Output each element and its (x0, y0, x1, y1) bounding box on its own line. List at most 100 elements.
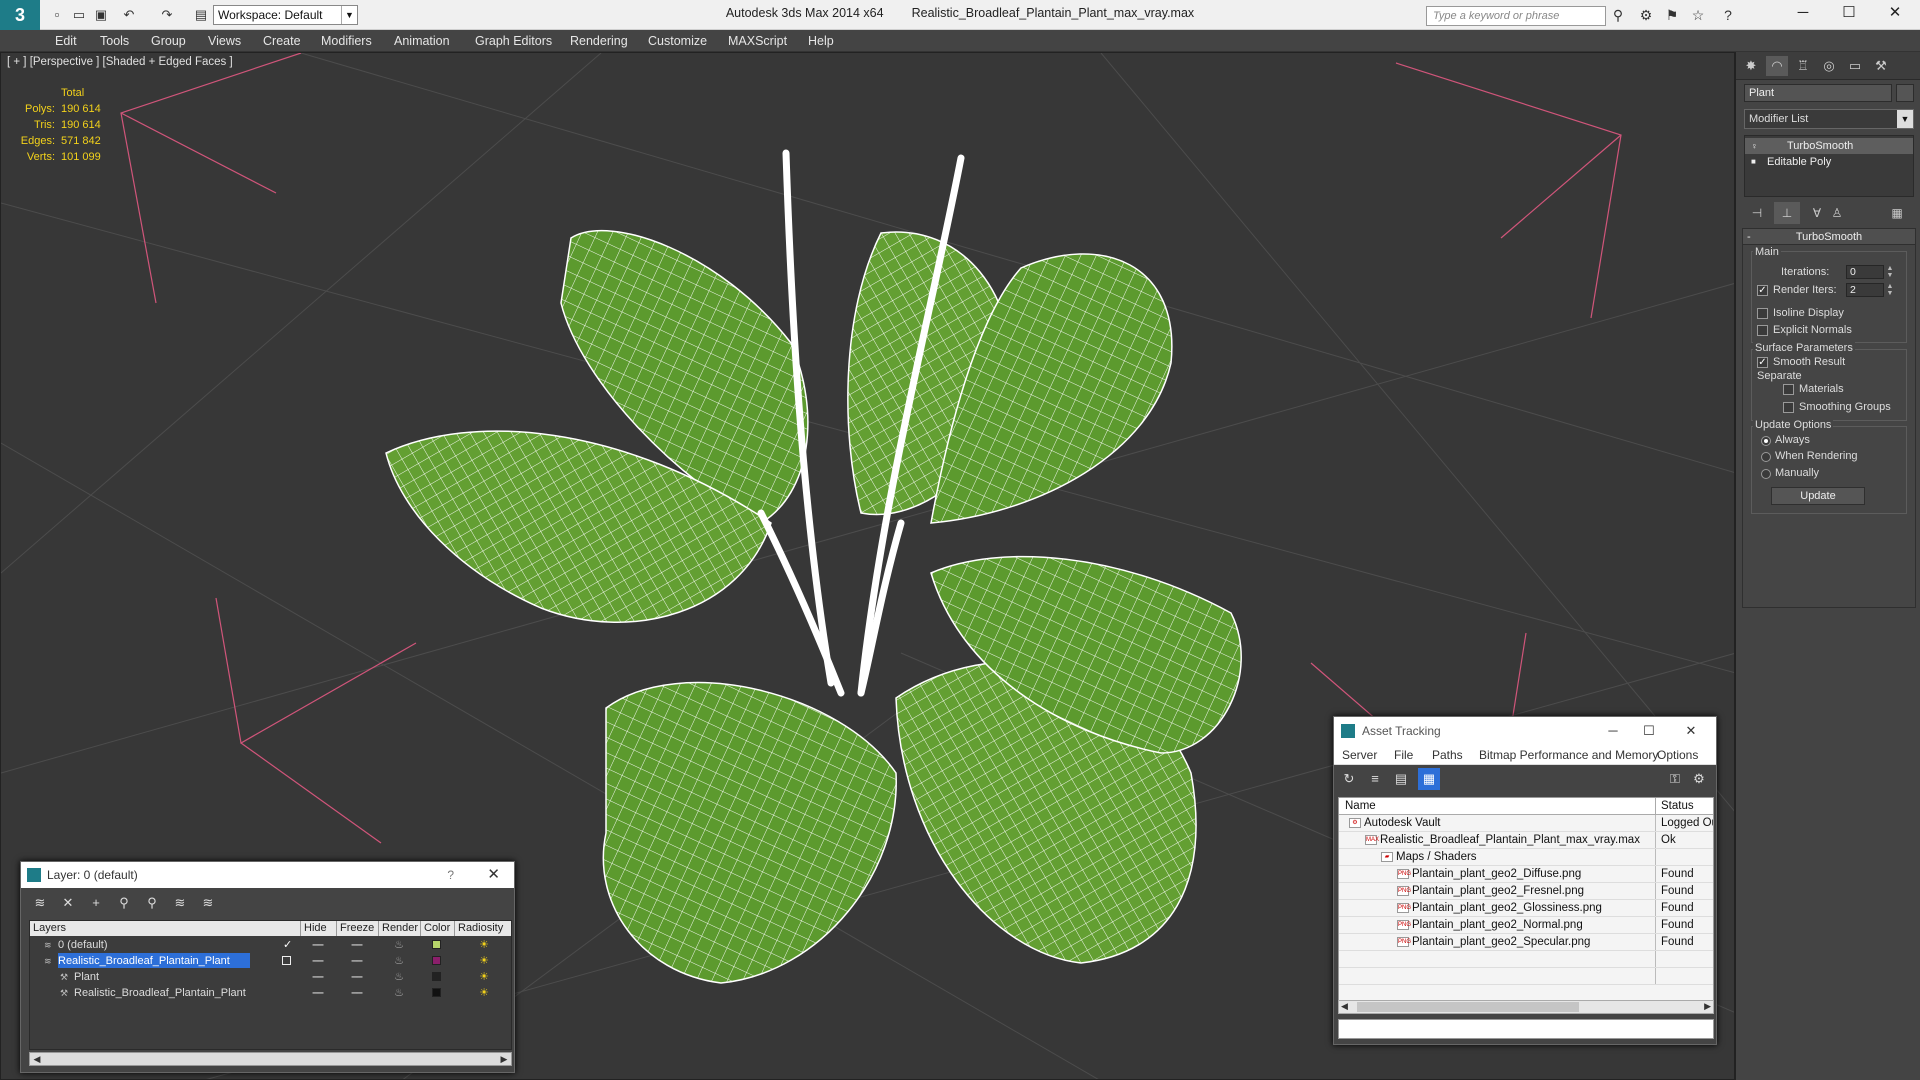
help-icon[interactable]: ? (447, 862, 454, 888)
asset-menu-server[interactable]: Server (1342, 745, 1377, 765)
layer-color-swatch[interactable] (432, 972, 441, 981)
freeze-toggle[interactable]: ━━ (336, 985, 378, 1001)
stack-item-turbosmooth[interactable]: ♀ TurboSmooth (1745, 138, 1913, 154)
layer-name[interactable]: Realistic_Broadleaf_Plantain_Plant (58, 953, 250, 968)
asset-window-titlebar[interactable]: Asset Tracking ─ ☐ ✕ (1334, 717, 1716, 745)
render-teapot-icon[interactable]: ♨ (378, 953, 420, 969)
freeze-toggle[interactable]: ━━ (336, 953, 378, 969)
radiosity-icon[interactable]: ☀ (464, 937, 504, 953)
maximize-icon[interactable]: ☐ (1634, 717, 1664, 745)
freeze-toggle[interactable]: ━━ (336, 969, 378, 985)
menu-modifiers[interactable]: Modifiers (321, 30, 372, 52)
redo-icon[interactable]: ↷ (158, 6, 176, 24)
asset-menu-paths[interactable]: Paths (1432, 745, 1463, 765)
hierarchy-tab-icon[interactable]: ♖ (1792, 56, 1814, 76)
asset-path-field[interactable] (1338, 1019, 1714, 1039)
utilities-tab-icon[interactable]: ⚒ (1870, 56, 1892, 76)
asset-row[interactable]: PNGPlantain_plant_geo2_Diffuse.png Found (1339, 866, 1713, 883)
motion-tab-icon[interactable]: ◎ (1818, 56, 1840, 76)
menu-create[interactable]: Create (263, 30, 301, 52)
workspace-dropdown[interactable]: Workspace: Default ▼ (213, 5, 358, 25)
asset-menu-bitmap[interactable]: Bitmap Performance and Memory (1479, 745, 1658, 765)
show-end-result-icon[interactable]: ⊥ (1774, 202, 1800, 224)
asset-menu-file[interactable]: File (1394, 745, 1413, 765)
menu-tools[interactable]: Tools (100, 30, 129, 52)
table-view-icon[interactable]: ▦ (1418, 768, 1440, 790)
asset-row[interactable]: PNGPlantain_plant_geo2_Specular.png Found (1339, 934, 1713, 951)
hide-toggle[interactable]: ━━ (300, 985, 336, 1001)
expand-icon[interactable]: ■ (1751, 154, 1756, 170)
hide-all-icon[interactable]: ≋ (169, 892, 191, 914)
layer-row[interactable]: ≋ 0 (default) ✓ ━━ ━━ ♨ ☀ (30, 937, 511, 953)
hide-toggle[interactable]: ━━ (300, 937, 336, 953)
layer-row[interactable]: ⚒ Plant ━━ ━━ ♨ ☀ (30, 969, 511, 985)
rollout-header[interactable]: - TurboSmooth (1743, 229, 1915, 245)
menu-animation[interactable]: Animation (394, 30, 450, 52)
iterations-spinner[interactable]: 0 (1846, 265, 1884, 279)
save-file-icon[interactable]: ▣ (92, 6, 110, 24)
asset-horizontal-scrollbar[interactable]: ◀ ▶ (1338, 1000, 1714, 1014)
scroll-left-icon[interactable]: ◀ (30, 1053, 44, 1065)
asset-row[interactable]: MAXRealistic_Broadleaf_Plantain_Plant_ma… (1339, 832, 1713, 849)
layer-color-swatch[interactable] (432, 940, 441, 949)
layer-name[interactable]: 0 (default) (58, 937, 250, 952)
layer-window-titlebar[interactable]: Layer: 0 (default) ? ✕ (21, 862, 514, 888)
app-logo-icon[interactable]: 3 (0, 0, 40, 30)
materials-checkbox[interactable] (1783, 384, 1794, 395)
scrollbar-thumb[interactable] (1357, 1002, 1579, 1012)
scroll-left-icon[interactable]: ◀ (1341, 1001, 1348, 1012)
minimize-icon[interactable]: ─ (1598, 717, 1628, 745)
menu-rendering[interactable]: Rendering (570, 30, 628, 52)
set-current-icon[interactable] (282, 956, 291, 965)
spinner-arrows-icon[interactable]: ▲ ▼ (1886, 283, 1894, 297)
pin-stack-icon[interactable]: ⊣ (1744, 202, 1770, 224)
layer-row[interactable]: ⚒ Realistic_Broadleaf_Plantain_Plant ━━ ━━ ♨… (30, 985, 511, 1001)
render-iters-checkbox[interactable]: ✓ (1757, 285, 1768, 296)
vault-login-icon[interactable]: ⚿ (1664, 768, 1686, 790)
asset-row[interactable]: ⚙ Autodesk Vault Logged Ou (1339, 815, 1713, 832)
open-file-icon[interactable]: ▭ (70, 6, 88, 24)
render-iters-spinner[interactable]: 2 (1846, 283, 1884, 297)
col-freeze[interactable]: Freeze (336, 921, 378, 936)
highlight-layer-icon[interactable]: ⚲ (141, 892, 163, 914)
list-view-icon[interactable]: ≡ (1364, 768, 1386, 790)
layer-name[interactable]: Plant (74, 969, 250, 984)
always-radio[interactable] (1761, 436, 1771, 446)
subscription-icon[interactable]: ⚙ (1636, 5, 1656, 25)
search-input[interactable]: Type a keyword or phrase (1426, 6, 1606, 26)
remove-modifier-icon[interactable]: ♙ (1824, 202, 1850, 224)
col-layers[interactable]: Layers (30, 921, 280, 936)
smoothing-groups-checkbox[interactable] (1783, 402, 1794, 413)
asset-row[interactable]: PNGPlantain_plant_geo2_Glossiness.png Fou… (1339, 900, 1713, 917)
help-icon[interactable]: ? (1718, 5, 1738, 25)
scroll-right-icon[interactable]: ▶ (497, 1053, 511, 1065)
radiosity-icon[interactable]: ☀ (464, 953, 504, 969)
radiosity-icon[interactable]: ☀ (464, 985, 504, 1001)
hide-toggle[interactable]: ━━ (300, 953, 336, 969)
stack-item-editable-poly[interactable]: ■ Editable Poly (1745, 154, 1913, 170)
col-status[interactable]: Status (1655, 798, 1713, 815)
manually-radio[interactable] (1761, 469, 1771, 479)
menu-edit[interactable]: Edit (55, 30, 77, 52)
render-teapot-icon[interactable]: ♨ (378, 937, 420, 953)
asset-row[interactable]: ▰ Maps / Shaders (1339, 849, 1713, 866)
communication-icon[interactable]: ⚑ (1662, 5, 1682, 25)
display-tab-icon[interactable]: ▭ (1844, 56, 1866, 76)
menu-help[interactable]: Help (808, 30, 834, 52)
when-rendering-radio[interactable] (1761, 452, 1771, 462)
spinner-arrows-icon[interactable]: ▲ ▼ (1886, 265, 1894, 279)
render-teapot-icon[interactable]: ♨ (378, 969, 420, 985)
modifier-list-dropdown[interactable]: Modifier List ▼ (1744, 109, 1914, 129)
create-tab-icon[interactable]: ✸ (1740, 56, 1762, 76)
close-icon[interactable]: ✕ (1872, 0, 1918, 26)
refresh-icon[interactable]: ↻ (1338, 768, 1360, 790)
layer-row[interactable]: ≋ Realistic_Broadleaf_Plantain_Plant ━━ ━━ ♨… (30, 953, 511, 969)
select-objects-icon[interactable]: ⚲ (113, 892, 135, 914)
binoculars-icon[interactable]: ⚲ (1608, 5, 1628, 25)
smooth-result-checkbox[interactable]: ✓ (1757, 357, 1768, 368)
asset-row[interactable]: PNGPlantain_plant_geo2_Fresnel.png Found (1339, 883, 1713, 900)
project-folder-icon[interactable]: ▤ (192, 6, 210, 24)
menu-views[interactable]: Views (208, 30, 241, 52)
freeze-all-icon[interactable]: ≋ (197, 892, 219, 914)
col-color[interactable]: Color (420, 921, 454, 936)
